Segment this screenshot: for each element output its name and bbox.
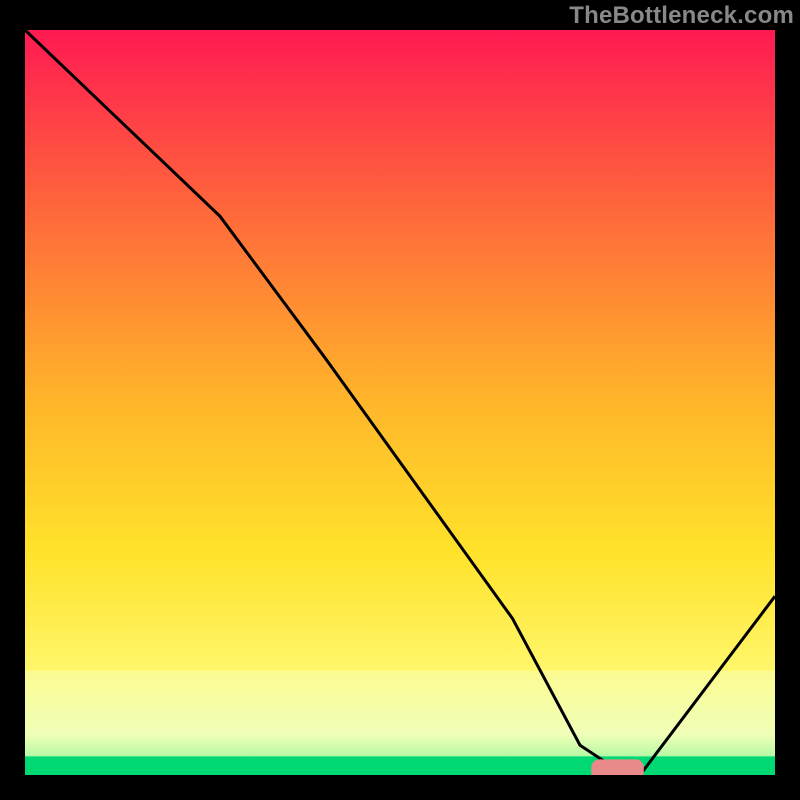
green-strip	[25, 756, 775, 775]
gradient-background	[25, 30, 775, 775]
plot-area	[25, 30, 775, 775]
chart-svg	[25, 30, 775, 775]
watermark-text: TheBottleneck.com	[569, 2, 794, 30]
optimal-zone-marker	[591, 759, 644, 775]
chart-container: TheBottleneck.com	[0, 0, 800, 800]
